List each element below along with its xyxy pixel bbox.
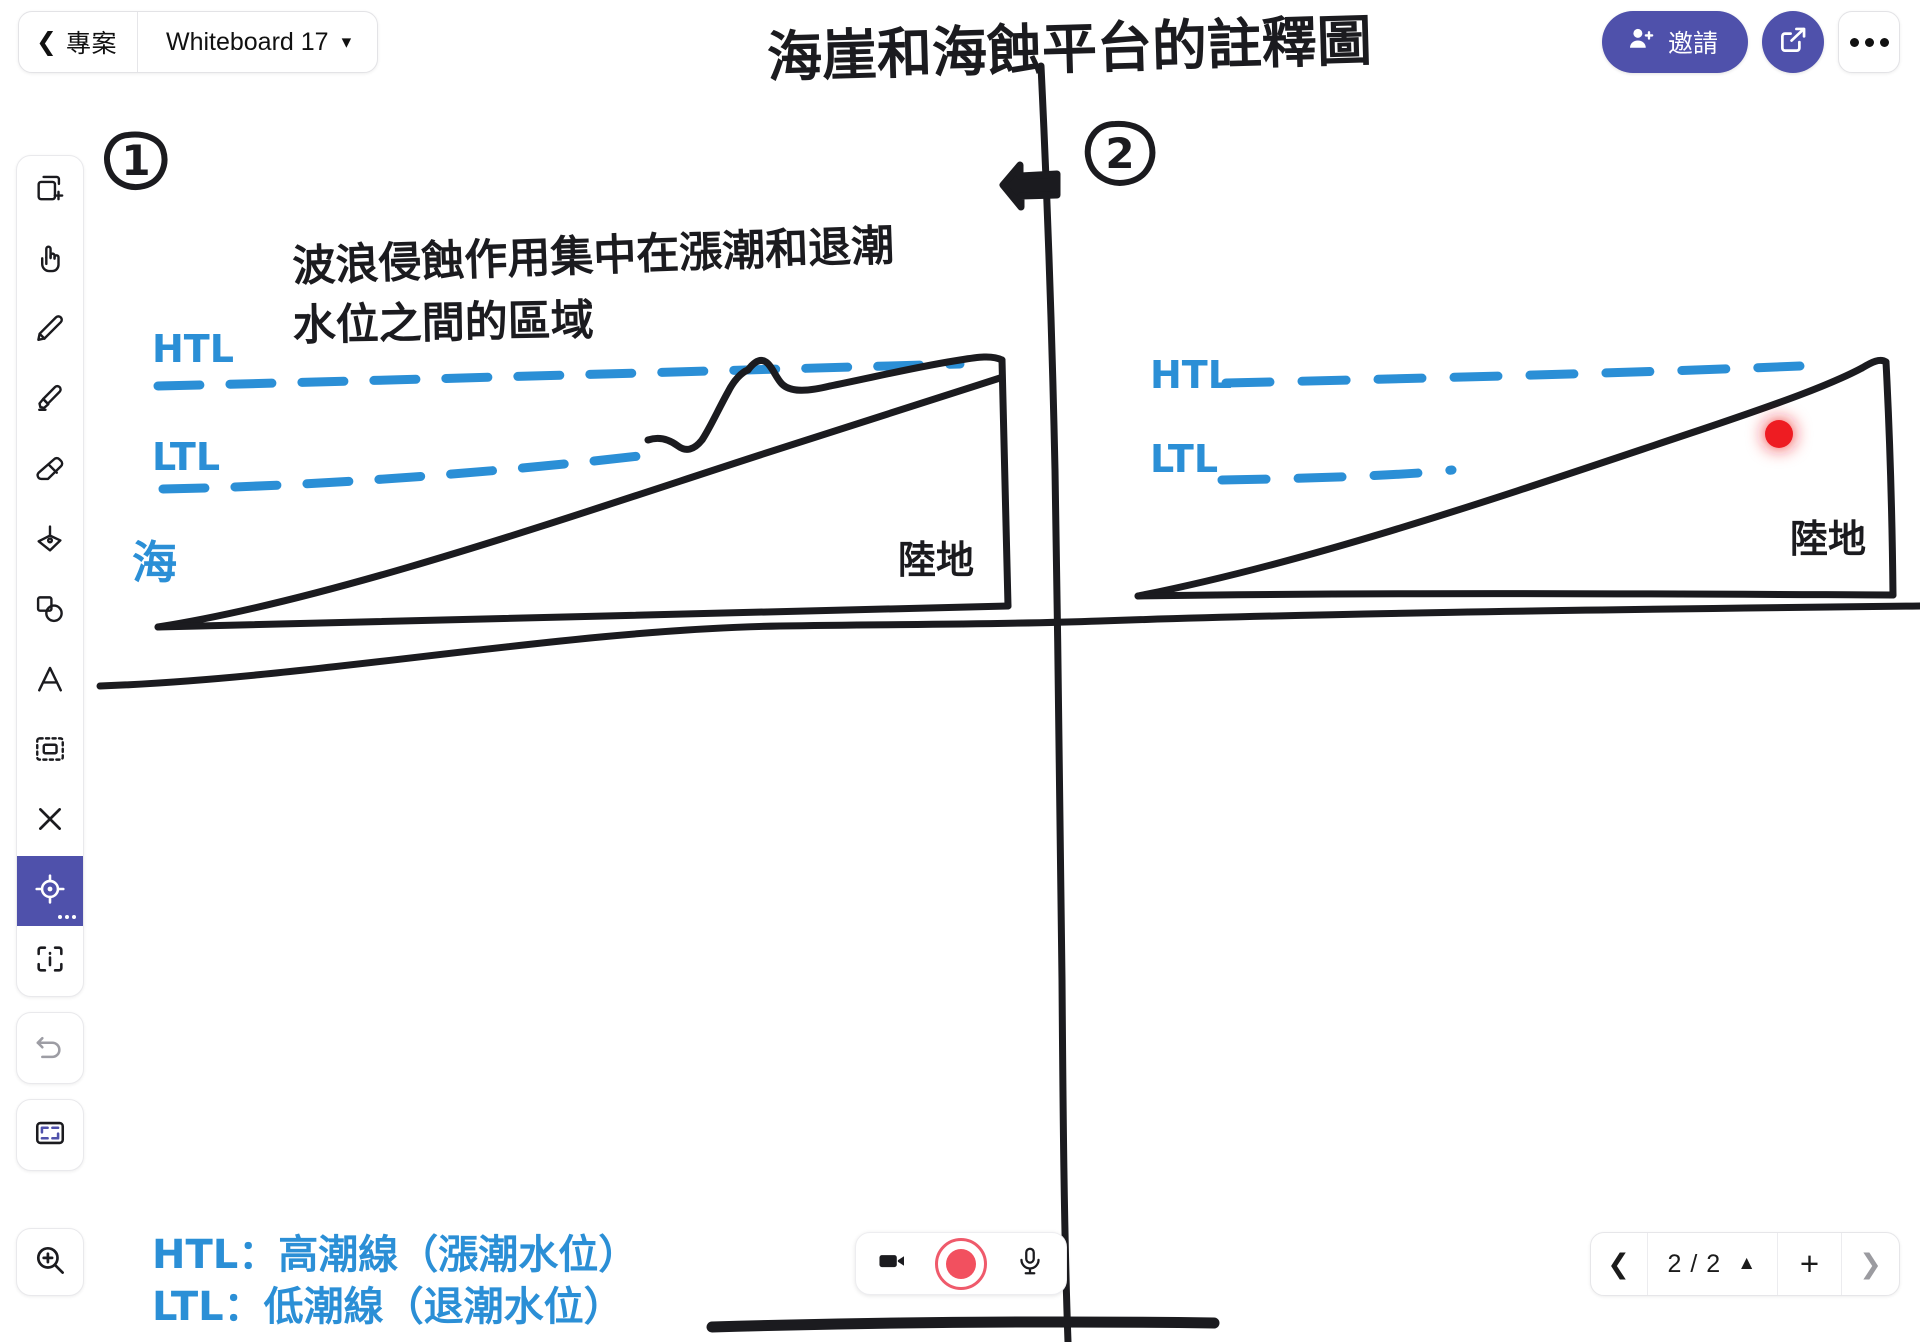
text-tool[interactable] bbox=[17, 646, 83, 716]
page-counter-button[interactable]: 2 / 2 ▲ bbox=[1648, 1233, 1778, 1295]
select-rectangle-icon bbox=[33, 732, 67, 771]
eraser-icon bbox=[33, 452, 67, 491]
pen-icon bbox=[33, 312, 67, 351]
highlighter-icon bbox=[33, 382, 67, 421]
chevron-up-icon: ▲ bbox=[1737, 1253, 1757, 1274]
frame-tool[interactable] bbox=[17, 1100, 83, 1170]
back-label: 專案 bbox=[65, 30, 117, 58]
pen-tool[interactable] bbox=[17, 296, 83, 366]
share-icon bbox=[1776, 23, 1810, 62]
whiteboard-canvas[interactable]: .hw { font-family: "DejaVu Sans", sans-s… bbox=[0, 0, 1920, 1342]
hand-tool[interactable] bbox=[17, 226, 83, 296]
more-options-button[interactable] bbox=[1838, 11, 1900, 73]
canvas-annotation-line-1: 波浪侵蝕作用集中在漲潮和退潮 bbox=[292, 221, 895, 292]
shapes-icon bbox=[33, 592, 67, 631]
legend-line-2: LTL：低潮線（退潮水位） bbox=[152, 1284, 624, 1330]
bottom-stroke bbox=[706, 1316, 1220, 1333]
tool-group-undo bbox=[16, 1012, 84, 1084]
record-button[interactable] bbox=[935, 1237, 987, 1290]
laser-pointer-tool[interactable] bbox=[17, 856, 83, 926]
magnifier-plus-icon bbox=[32, 1242, 68, 1283]
tool-rail bbox=[16, 155, 84, 1186]
undo-icon bbox=[33, 1029, 67, 1068]
zoom-button[interactable] bbox=[16, 1228, 84, 1296]
left-htl-label: HTL bbox=[152, 327, 234, 371]
whiteboard-title-dropdown[interactable]: Whiteboard 17 ▾ bbox=[138, 12, 377, 72]
page-title: Whiteboard 17 bbox=[165, 27, 329, 56]
frame-icon bbox=[33, 1116, 67, 1155]
undo-button[interactable] bbox=[17, 1013, 83, 1083]
chevron-down-icon: ▾ bbox=[341, 31, 352, 53]
tool-options-dots[interactable] bbox=[58, 915, 76, 919]
marker-2: 2 bbox=[1084, 120, 1156, 186]
svg-text:1: 1 bbox=[121, 136, 150, 185]
add-page-icon bbox=[33, 172, 67, 211]
divider-stroke bbox=[1037, 62, 1072, 1342]
shapes-tool[interactable] bbox=[17, 576, 83, 646]
invite-label: 邀請 bbox=[1667, 30, 1718, 58]
diagram-left: HTL LTL 海 陸地 bbox=[132, 327, 1012, 631]
plus-icon: + bbox=[1799, 1245, 1820, 1282]
marker-1: 1 bbox=[104, 131, 168, 190]
canvas-annotation-line-2: 水位之間的區域 bbox=[292, 296, 594, 351]
scan-info-icon bbox=[33, 942, 67, 981]
prev-page-button[interactable]: ❮ bbox=[1591, 1233, 1648, 1295]
select-area-tool[interactable] bbox=[17, 716, 83, 786]
right-ltl-dashed-line bbox=[1217, 465, 1457, 485]
whiteboard-app: .hw { font-family: "DejaVu Sans", sans-s… bbox=[0, 0, 1920, 1342]
record-bar bbox=[855, 1232, 1067, 1295]
left-ltl-label: LTL bbox=[152, 435, 220, 479]
laser-target-icon bbox=[33, 872, 67, 911]
laser-pointer-dot bbox=[1765, 420, 1793, 448]
add-page-button[interactable]: + bbox=[1778, 1233, 1842, 1295]
chevron-left-icon: ❮ bbox=[36, 27, 57, 56]
more-horizontal-icon bbox=[1849, 37, 1889, 47]
left-ltl-dashed-line bbox=[158, 450, 653, 494]
add-page-tool[interactable] bbox=[17, 156, 83, 226]
right-htl-dashed-line bbox=[1221, 361, 1805, 388]
share-button[interactable] bbox=[1762, 11, 1824, 73]
record-circle-icon bbox=[946, 1248, 976, 1279]
invite-button[interactable]: 邀請 bbox=[1601, 11, 1748, 73]
left-sea-label: 海 bbox=[132, 536, 177, 589]
next-page-button[interactable]: ❯ bbox=[1842, 1233, 1899, 1295]
close-x-icon bbox=[33, 802, 67, 841]
baseline-stroke bbox=[96, 602, 1920, 690]
back-to-projects-button[interactable]: ❮ 專案 bbox=[19, 12, 138, 72]
right-ltl-label: LTL bbox=[1150, 437, 1218, 481]
ink-fill-tool[interactable] bbox=[17, 506, 83, 576]
diagram-right: HTL LTL 陸地 bbox=[1134, 353, 1897, 600]
right-htl-label: HTL bbox=[1150, 353, 1232, 397]
page-navigation: ❮ 2 / 2 ▲ + ❯ bbox=[1589, 1232, 1900, 1296]
right-land-label: 陸地 bbox=[1790, 517, 1866, 561]
delete-tool[interactable] bbox=[17, 786, 83, 856]
svg-text:2: 2 bbox=[1105, 129, 1134, 178]
page-counter-label: 2 / 2 bbox=[1667, 1249, 1722, 1278]
highlighter-tool[interactable] bbox=[17, 366, 83, 436]
breadcrumb-bar: ❮ 專案 Whiteboard 17 ▾ bbox=[18, 11, 379, 73]
canvas-title: 海崖和海蝕平台的註釋圖 bbox=[766, 9, 1373, 90]
left-landform-outline bbox=[154, 353, 1012, 631]
chevron-left-icon: ❮ bbox=[1607, 1248, 1630, 1279]
text-a-icon bbox=[33, 662, 67, 701]
legend-line-1: HTL：高潮線（漲潮水位） bbox=[152, 1232, 638, 1278]
video-camera-icon[interactable] bbox=[876, 1245, 908, 1282]
scan-info-tool[interactable] bbox=[17, 926, 83, 996]
hand-icon bbox=[33, 242, 67, 281]
tool-group-frame bbox=[16, 1099, 84, 1171]
eraser-tool[interactable] bbox=[17, 436, 83, 506]
ink-fill-icon bbox=[33, 522, 67, 561]
left-land-label: 陸地 bbox=[898, 538, 974, 582]
microphone-icon[interactable] bbox=[1014, 1245, 1046, 1282]
tool-group-main bbox=[16, 155, 84, 997]
chevron-right-icon: ❯ bbox=[1859, 1248, 1882, 1279]
topbar-actions: 邀請 bbox=[1601, 11, 1900, 73]
person-add-icon bbox=[1626, 24, 1656, 61]
